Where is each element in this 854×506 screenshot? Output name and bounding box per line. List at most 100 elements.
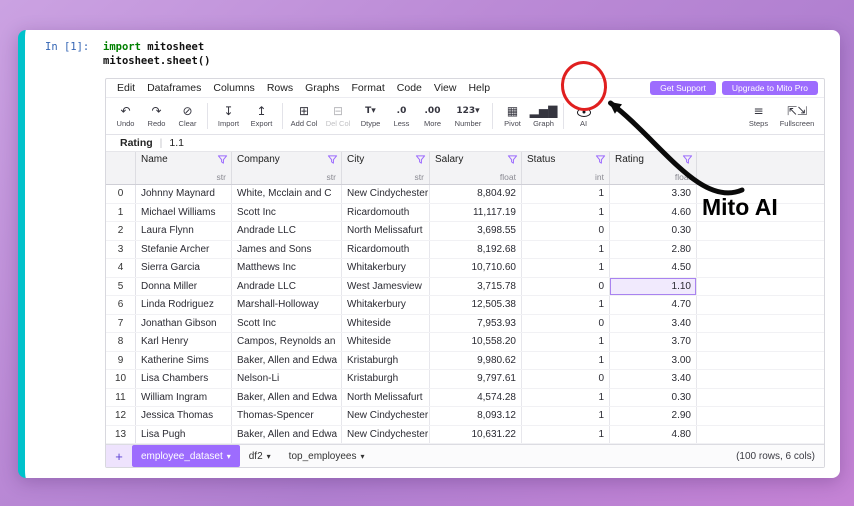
cell[interactable]: Marshall-Holloway (232, 296, 342, 314)
column-header-name[interactable]: Namestr (136, 152, 232, 184)
cell[interactable]: 4.80 (610, 426, 697, 444)
cell[interactable]: Campos, Reynolds an (232, 333, 342, 351)
cell[interactable]: Thomas-Spencer (232, 407, 342, 425)
cell[interactable]: 1 (522, 333, 610, 351)
cell[interactable]: Nelson-Li (232, 370, 342, 388)
cell[interactable]: Donna Miller (136, 278, 232, 296)
cell[interactable]: Whiteside (342, 315, 430, 333)
toolbar-button-less[interactable]: .0Less (386, 98, 417, 134)
cell[interactable]: New Cindychester (342, 407, 430, 425)
cell[interactable]: Whiteside (342, 333, 430, 351)
row-index[interactable]: 7 (106, 315, 136, 333)
toolbar-button-number[interactable]: 123▾Number (448, 98, 488, 134)
cell[interactable]: 3.40 (610, 370, 697, 388)
toolbar-button-dtype[interactable]: T▾Dtype (355, 98, 386, 134)
cell[interactable]: 12,505.38 (430, 296, 522, 314)
cell[interactable]: Scott Inc (232, 204, 342, 222)
row-index[interactable]: 3 (106, 241, 136, 259)
cell[interactable]: Baker, Allen and Edwa (232, 389, 342, 407)
cell[interactable]: William Ingram (136, 389, 232, 407)
sheet-tab-employee_dataset[interactable]: employee_dataset▾ (132, 445, 240, 467)
cell[interactable]: 7,953.93 (430, 315, 522, 333)
cell[interactable]: 1.10 (610, 278, 697, 296)
cell[interactable]: 2.80 (610, 241, 697, 259)
cell[interactable]: Baker, Allen and Edwa (232, 426, 342, 444)
filter-icon[interactable] (595, 154, 606, 168)
row-index[interactable]: 12 (106, 407, 136, 425)
cell[interactable]: 9,797.61 (430, 370, 522, 388)
cell[interactable]: Linda Rodriguez (136, 296, 232, 314)
toolbar-button-export[interactable]: ↥Export (245, 98, 278, 134)
cell[interactable]: Whitakerbury (342, 259, 430, 277)
cell[interactable]: 0.30 (610, 222, 697, 240)
filter-icon[interactable] (507, 154, 518, 168)
cell[interactable]: 4.50 (610, 259, 697, 277)
menu-view[interactable]: View (428, 82, 463, 94)
sheet-tab-top_employees[interactable]: top_employees▾ (280, 445, 374, 467)
menu-dataframes[interactable]: Dataframes (141, 82, 207, 94)
menu-rows[interactable]: Rows (261, 82, 299, 94)
filter-icon[interactable] (327, 154, 338, 168)
toolbar-button-steps[interactable]: ≡Steps (743, 98, 774, 134)
cell[interactable]: 1 (522, 389, 610, 407)
cell[interactable]: 11,117.19 (430, 204, 522, 222)
cell[interactable]: 0.30 (610, 389, 697, 407)
cell[interactable]: 8,192.68 (430, 241, 522, 259)
cell[interactable]: Andrade LLC (232, 278, 342, 296)
cell[interactable]: 3.40 (610, 315, 697, 333)
cell[interactable]: Whitakerbury (342, 296, 430, 314)
cell[interactable]: 0 (522, 278, 610, 296)
cell[interactable]: 1 (522, 352, 610, 370)
column-header-city[interactable]: Citystr (342, 152, 430, 184)
cell[interactable]: James and Sons (232, 241, 342, 259)
sheet-tab-df2[interactable]: df2▾ (240, 445, 280, 467)
row-index[interactable]: 10 (106, 370, 136, 388)
formula-value[interactable]: 1.1 (169, 137, 184, 149)
cell[interactable]: 10,710.60 (430, 259, 522, 277)
cell[interactable]: 1 (522, 407, 610, 425)
cell[interactable]: Jonathan Gibson (136, 315, 232, 333)
filter-icon[interactable] (682, 154, 693, 168)
cell[interactable]: 3.30 (610, 185, 697, 203)
code-editor[interactable]: import mitosheet mitosheet.sheet() (103, 40, 210, 68)
cell[interactable]: Scott Inc (232, 315, 342, 333)
cell[interactable]: 1 (522, 426, 610, 444)
toolbar-button-redo[interactable]: ↷Redo (141, 98, 172, 134)
cell[interactable]: Andrade LLC (232, 222, 342, 240)
cell[interactable]: 8,804.92 (430, 185, 522, 203)
cell[interactable]: 10,631.22 (430, 426, 522, 444)
row-index[interactable]: 9 (106, 352, 136, 370)
toolbar-button-import[interactable]: ↧Import (212, 98, 245, 134)
menu-graphs[interactable]: Graphs (299, 82, 345, 94)
get-support-button[interactable]: Get Support (650, 81, 716, 95)
cell[interactable]: 1 (522, 204, 610, 222)
cell[interactable]: 4.70 (610, 296, 697, 314)
cell[interactable]: Karl Henry (136, 333, 232, 351)
cell[interactable]: Stefanie Archer (136, 241, 232, 259)
menu-edit[interactable]: Edit (111, 82, 141, 94)
toolbar-button-fullscreen[interactable]: ⇱⇲Fullscreen (774, 98, 820, 134)
upgrade-button[interactable]: Upgrade to Mito Pro (722, 81, 818, 95)
cell[interactable]: 3,698.55 (430, 222, 522, 240)
cell[interactable]: West Jamesview (342, 278, 430, 296)
row-index[interactable]: 1 (106, 204, 136, 222)
toolbar-button-undo[interactable]: ↶Undo (110, 98, 141, 134)
cell[interactable]: Lisa Pugh (136, 426, 232, 444)
cell[interactable]: Matthews Inc (232, 259, 342, 277)
cell[interactable]: 1 (522, 296, 610, 314)
row-index[interactable]: 11 (106, 389, 136, 407)
column-header-company[interactable]: Companystr (232, 152, 342, 184)
column-header-salary[interactable]: Salaryfloat (430, 152, 522, 184)
row-index[interactable]: 2 (106, 222, 136, 240)
filter-icon[interactable] (217, 154, 228, 168)
cell[interactable]: 4,574.28 (430, 389, 522, 407)
cell[interactable]: 1 (522, 241, 610, 259)
cell[interactable]: 3.70 (610, 333, 697, 351)
cell[interactable]: Ricardomouth (342, 204, 430, 222)
menu-columns[interactable]: Columns (207, 82, 260, 94)
add-sheet-button[interactable]: + (106, 445, 132, 467)
cell[interactable]: Ricardomouth (342, 241, 430, 259)
cell[interactable]: Jessica Thomas (136, 407, 232, 425)
row-index[interactable]: 6 (106, 296, 136, 314)
cell[interactable]: Michael Williams (136, 204, 232, 222)
